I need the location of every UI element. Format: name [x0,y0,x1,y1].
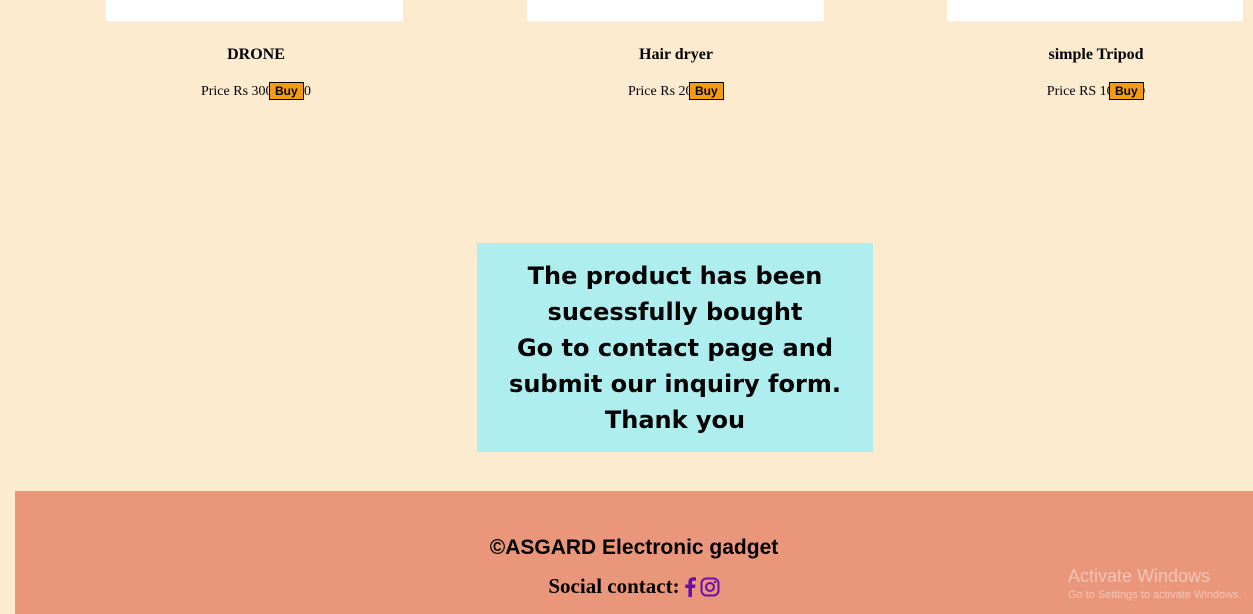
instagram-icon[interactable] [700,577,720,597]
activate-windows-watermark: Activate Windows Go to Settings to activ… [1068,566,1242,601]
buy-button[interactable]: Buy [1109,82,1144,100]
purchase-success-message: The product has been sucessfully bought … [477,243,873,452]
product-name: Hair dryer [639,46,713,63]
watermark-subtitle: Go to Settings to activate Windows. [1068,589,1242,601]
product-name: simple Tripod [1048,46,1144,63]
facebook-icon[interactable] [684,576,696,597]
buy-button[interactable]: Buy [689,82,724,100]
message-line: Go to contact page and [516,333,834,362]
buy-button[interactable]: Buy [269,82,304,100]
product-image-tripod [947,0,1243,21]
product-image-hair-dryer [527,0,824,21]
social-contact-label: Social contact: [548,574,680,598]
watermark-title: Activate Windows [1068,566,1211,586]
product-name: DRONE [227,46,285,63]
product-image-drone [106,0,403,21]
footer-copyright: ©ASGARD Electronic gadget [489,536,779,559]
product-price: Price Rs 2000.00 [627,84,725,99]
message-line: The product has been [527,261,823,290]
message-line: submit our inquiry form. [509,369,841,398]
product-price: Price Rs 300000.00 [200,84,312,99]
message-line: sucessfully bought [547,297,803,326]
product-card-hair-dryer: Hair dryer Price Rs 2000.00 [526,38,826,100]
product-card-drone: DRONE Price Rs 300000.00 [106,38,406,100]
product-card-tripod: simple Tripod Price RS 1000.00 [946,38,1246,100]
product-price: Price RS 1000.00 [1046,84,1146,99]
message-line: Thank you [604,405,746,434]
